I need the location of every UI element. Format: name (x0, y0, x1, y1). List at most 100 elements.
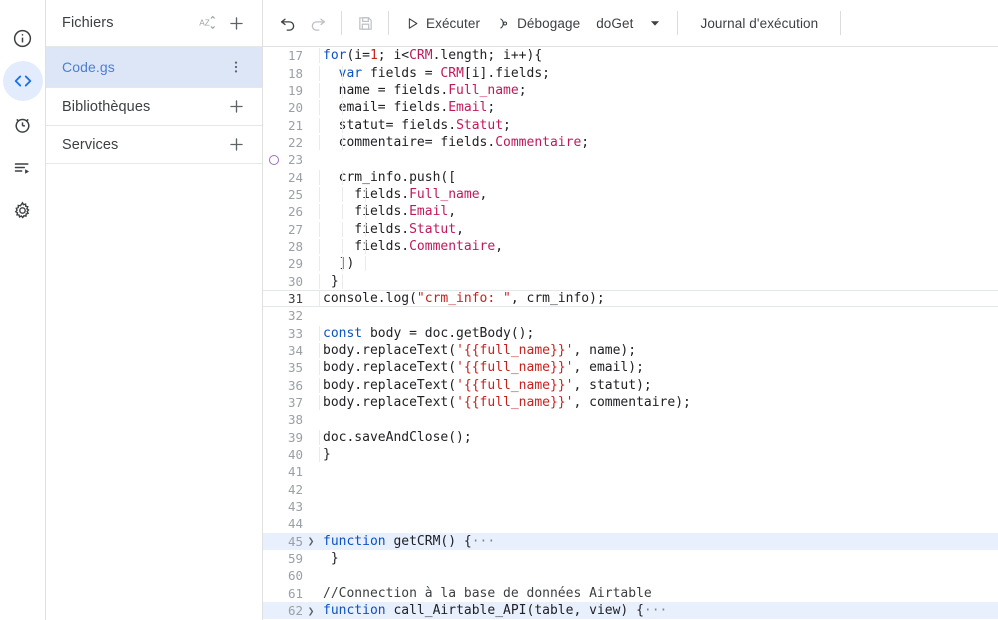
breakpoint-marker[interactable] (269, 154, 279, 165)
settings-icon[interactable] (3, 190, 43, 230)
code-line[interactable]: 45 ❯ function getCRM() {··· (263, 532, 998, 550)
line-number-gutter[interactable]: 18 (263, 66, 311, 81)
code-line[interactable]: 62 ❯ function call_Airtable_API(table, vie… (263, 602, 998, 620)
code-line[interactable]: 33 const body = doc.getBody(); (263, 325, 998, 342)
line-number-gutter[interactable]: 33 (263, 326, 311, 341)
line-number-gutter[interactable]: 20 (263, 100, 311, 115)
code-line[interactable]: 60 (263, 567, 998, 584)
line-number-gutter[interactable]: 36 (263, 378, 311, 393)
sidebar-item-libraries[interactable]: Bibliothèques (46, 88, 262, 126)
code-line[interactable]: 59 } (263, 550, 998, 567)
code-editor[interactable]: 17 for(i=1; i<CRM.length; i++){18 var fie… (263, 47, 998, 620)
add-library-icon[interactable] (222, 93, 250, 121)
line-number-gutter[interactable]: 42 (263, 482, 311, 497)
code-line[interactable]: 26 fields.Email, (263, 203, 998, 220)
triggers-icon[interactable] (3, 104, 43, 144)
line-number-gutter[interactable]: 29 (263, 256, 311, 271)
line-number-gutter[interactable]: 61 (263, 586, 311, 601)
code-line[interactable]: 21 statut= fields.Statut; (263, 116, 998, 133)
code-line[interactable]: 31 console.log("crm_info: ", crm_info); (263, 289, 998, 308)
line-number-gutter[interactable]: 39 (263, 430, 311, 445)
line-number-gutter[interactable]: 45 (263, 534, 311, 549)
code-line[interactable]: 25 fields.Full_name, (263, 186, 998, 203)
code-line[interactable]: 42 (263, 481, 998, 498)
line-number: 33 (287, 325, 303, 341)
line-number-gutter[interactable]: 31 (263, 291, 311, 306)
code-line[interactable]: 20 email= fields.Email; (263, 99, 998, 116)
code-line[interactable]: 37 body.replaceText('{{full_name}}', comm… (263, 394, 998, 411)
code-token-prop: Email (448, 100, 488, 116)
line-number-gutter[interactable]: 28 (263, 239, 311, 254)
line-number-gutter[interactable]: 24 (263, 170, 311, 185)
code-line[interactable]: 38 (263, 411, 998, 428)
line-number-gutter[interactable]: 43 (263, 499, 311, 514)
code-line[interactable]: 44 (263, 515, 998, 532)
code-line-content: body.replaceText('{{full_name}}', name); (311, 343, 998, 359)
code-line[interactable]: 28 fields.Commentaire, (263, 238, 998, 255)
code-line[interactable]: 29 ]) (263, 255, 998, 272)
overview-icon[interactable] (3, 18, 43, 58)
line-number-gutter[interactable]: 23 (263, 152, 311, 167)
file-item-code-gs[interactable]: Code.gs (46, 47, 262, 88)
code-token-plain: , email); (573, 360, 644, 376)
line-number-gutter[interactable]: 60 (263, 568, 311, 583)
debug-button[interactable]: Débogage (488, 8, 588, 38)
code-line[interactable]: 36 body.replaceText('{{full_name}}', stat… (263, 377, 998, 394)
chevron-down-icon[interactable] (641, 9, 669, 37)
undo-icon[interactable] (273, 8, 303, 38)
line-number-gutter[interactable]: 34 (263, 343, 311, 358)
line-number-gutter[interactable]: 37 (263, 395, 311, 410)
code-token-plain: ; (503, 117, 511, 133)
more-vert-icon[interactable] (222, 53, 250, 81)
line-number-gutter[interactable]: 26 (263, 204, 311, 219)
line-number-gutter[interactable]: 38 (263, 412, 311, 427)
line-number-gutter[interactable]: 59 (263, 551, 311, 566)
line-number-gutter[interactable]: 41 (263, 464, 311, 479)
line-number-gutter[interactable]: 27 (263, 222, 311, 237)
line-number-gutter[interactable]: 40 (263, 447, 311, 462)
line-number: 21 (287, 117, 303, 133)
run-button[interactable]: Exécuter (397, 8, 488, 38)
code-line[interactable]: 32 (263, 307, 998, 324)
line-number-gutter[interactable]: 62 (263, 603, 311, 618)
code-token-plain: (i= (346, 48, 370, 64)
line-number-gutter[interactable]: 35 (263, 360, 311, 375)
code-line[interactable]: 23 (263, 151, 998, 168)
code-line[interactable]: 41 (263, 463, 998, 480)
code-line[interactable]: 17 for(i=1; i<CRM.length; i++){ (263, 47, 998, 64)
files-panel-header: Fichiers AZ (46, 0, 262, 47)
sidebar-item-services[interactable]: Services (46, 126, 262, 164)
line-number-gutter[interactable]: 17 (263, 48, 311, 63)
redo-icon[interactable] (303, 8, 333, 38)
execution-log-button[interactable]: Journal d'exécution (686, 16, 832, 31)
indent-guide (319, 48, 320, 64)
sort-az-icon[interactable]: AZ (192, 9, 220, 37)
code-token-plain: fields = (362, 65, 441, 81)
code-line[interactable]: 22 commentaire= fields.Commentaire; (263, 134, 998, 151)
code-line[interactable]: 40} (263, 446, 998, 463)
add-service-icon[interactable] (222, 131, 250, 159)
code-line[interactable]: 43 (263, 498, 998, 515)
executions-icon[interactable] (3, 147, 43, 187)
code-line[interactable]: 30 } (263, 272, 998, 289)
save-icon[interactable] (350, 8, 380, 38)
line-number-gutter[interactable]: 44 (263, 516, 311, 531)
line-number-gutter[interactable]: 19 (263, 83, 311, 98)
add-file-icon[interactable] (222, 9, 250, 37)
line-number-gutter[interactable]: 22 (263, 135, 311, 150)
function-selector[interactable]: doGet (588, 16, 641, 31)
line-number-gutter[interactable]: 25 (263, 187, 311, 202)
code-line[interactable]: 39 doc.saveAndClose(); (263, 429, 998, 446)
line-number-gutter[interactable]: 32 (263, 308, 311, 323)
code-line[interactable]: 19 name = fields.Full_name; (263, 82, 998, 99)
code-line[interactable]: 27 fields.Statut, (263, 220, 998, 237)
line-number-gutter[interactable]: 30 (263, 274, 311, 289)
code-line[interactable]: 18 var fields = CRM[i].fields; (263, 64, 998, 81)
code-line[interactable]: 35 body.replaceText('{{full_name}}', emai… (263, 359, 998, 376)
code-token-plain: fields. (323, 221, 410, 237)
code-line[interactable]: 61 //Connection à la base de données Airt… (263, 585, 998, 602)
editor-icon[interactable] (2, 61, 43, 101)
code-line[interactable]: 34 body.replaceText('{{full_name}}', name… (263, 342, 998, 359)
line-number-gutter[interactable]: 21 (263, 118, 311, 133)
code-line[interactable]: 24 crm_info.push([ (263, 168, 998, 185)
